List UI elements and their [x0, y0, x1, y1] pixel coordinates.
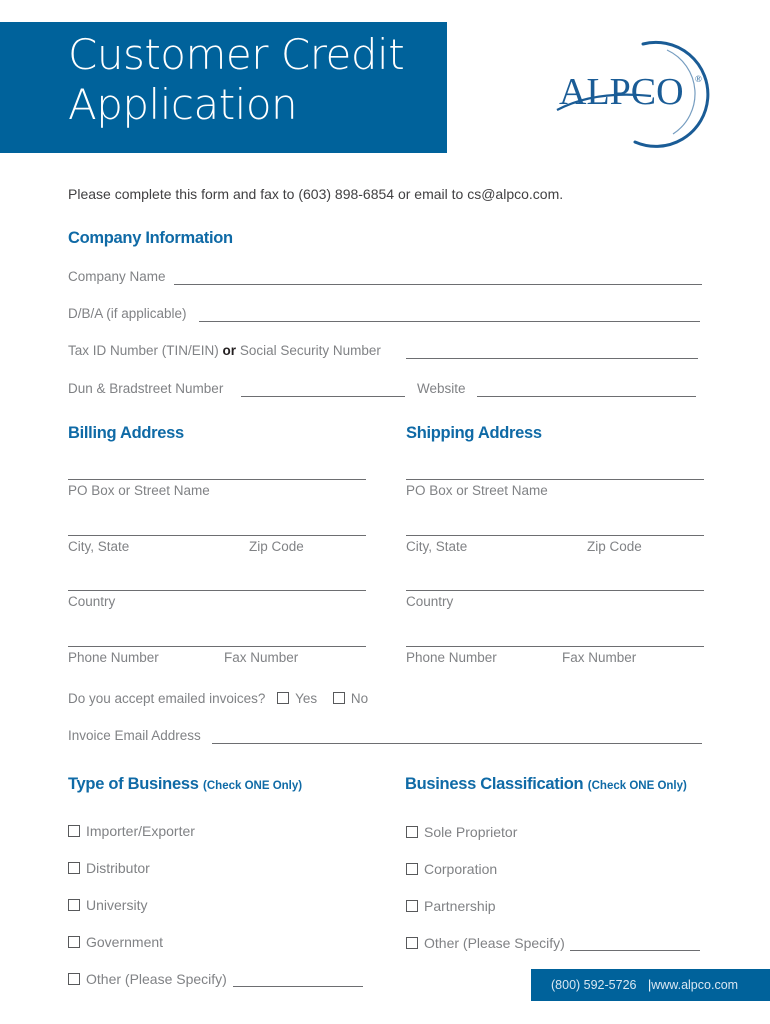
billing-city-zip-field[interactable]	[68, 535, 366, 536]
invoice-email-label: Invoice Email Address	[68, 728, 201, 743]
billing-street-label: PO Box or Street Name	[68, 483, 210, 498]
title-line-1: Customer Credit	[68, 30, 405, 79]
footer-contact: (800) 592-5726 |www.alpco.com	[551, 978, 738, 992]
class-option-partnership[interactable]: Partnership	[406, 898, 496, 914]
billing-country-field[interactable]	[68, 590, 366, 591]
shipping-fax-label: Fax Number	[562, 650, 637, 665]
option-label: Partnership	[424, 898, 496, 914]
type-option-government[interactable]: Government	[68, 934, 163, 950]
option-label: Government	[86, 934, 164, 950]
logo-swoosh-icon: ALPCO ®	[556, 40, 710, 148]
dba-field[interactable]	[199, 321, 700, 322]
option-label: University	[86, 897, 148, 913]
type-option-university[interactable]: University	[68, 897, 147, 913]
billing-fax-label: Fax Number	[224, 650, 299, 665]
shipping-city-zip-field[interactable]	[406, 535, 704, 536]
dba-label: D/B/A (if applicable)	[68, 306, 187, 321]
alpco-logo: ALPCO ®	[555, 38, 725, 148]
tax-id-field[interactable]	[406, 358, 698, 359]
invoice-email-field[interactable]	[212, 743, 702, 744]
shipping-city-label: City, State	[406, 539, 468, 554]
tax-id-suffix: Social Security Number	[239, 343, 381, 358]
shipping-country-field[interactable]	[406, 590, 704, 591]
class-option-corporation[interactable]: Corporation	[406, 861, 497, 877]
class-option-sole-proprietor[interactable]: Sole Proprietor	[406, 824, 517, 840]
business-classification-sub: (Check ONE Only)	[587, 780, 687, 792]
type-of-business-heading: Type of Business	[68, 775, 199, 793]
type-option-other[interactable]: Other (Please Specify)	[68, 971, 227, 987]
emailed-invoices-row: Do you accept emailed invoices? Yes No	[68, 691, 368, 706]
title-line-2: Application	[68, 80, 298, 129]
website-label: Website	[417, 381, 466, 396]
type-option-distributor[interactable]: Distributor	[68, 860, 150, 876]
tax-id-label: Tax ID Number (TIN/EIN) or Social Securi…	[68, 343, 381, 358]
checkbox-icon[interactable]	[68, 936, 80, 948]
type-other-specify-field[interactable]	[233, 986, 363, 987]
invoices-yes-label: Yes	[295, 691, 318, 706]
logo-text: ALPCO	[559, 71, 684, 113]
business-classification-heading: Business Classification	[405, 775, 584, 793]
option-label: Other (Please Specify)	[424, 935, 565, 951]
checkbox-icon[interactable]	[68, 862, 80, 874]
billing-zip-label: Zip Code	[249, 539, 304, 554]
company-info-heading: Company Information	[68, 229, 233, 247]
shipping-street-field[interactable]	[406, 479, 704, 480]
option-label: Corporation	[424, 861, 498, 877]
class-option-other[interactable]: Other (Please Specify)	[406, 935, 565, 951]
checkbox-icon[interactable]	[68, 973, 80, 985]
duns-field[interactable]	[241, 396, 405, 397]
emailed-invoices-question: Do you accept emailed invoices?	[68, 691, 266, 706]
billing-street-field[interactable]	[68, 479, 366, 480]
intro-text: Please complete this form and fax to (60…	[68, 186, 564, 202]
checkbox-icon[interactable]	[68, 899, 80, 911]
checkbox-icon[interactable]	[406, 826, 418, 838]
footer-phone: (800) 592-5726	[551, 978, 637, 992]
tax-id-or: or	[222, 343, 237, 358]
footer-website[interactable]: www.alpco.com	[651, 978, 738, 992]
shipping-country-label: Country	[406, 594, 454, 609]
business-classification-header: Business Classification (Check ONE Only)	[405, 775, 687, 794]
shipping-phone-fax-field[interactable]	[406, 646, 704, 647]
billing-phone-label: Phone Number	[68, 650, 159, 665]
invoices-no-checkbox[interactable]	[332, 692, 345, 704]
class-other-specify-field[interactable]	[570, 950, 700, 951]
invoices-yes-checkbox[interactable]	[277, 692, 290, 704]
website-field[interactable]	[477, 396, 696, 397]
checkbox-icon[interactable]	[406, 863, 418, 875]
shipping-address-heading: Shipping Address	[406, 424, 542, 442]
page-title: Customer Credit Application	[68, 30, 405, 130]
svg-text:®: ®	[695, 74, 702, 84]
type-of-business-sub: (Check ONE Only)	[203, 780, 303, 792]
option-label: Importer/Exporter	[86, 823, 195, 839]
option-label: Distributor	[86, 860, 150, 876]
checkbox-icon[interactable]	[406, 900, 418, 912]
billing-phone-fax-field[interactable]	[68, 646, 366, 647]
billing-address-heading: Billing Address	[68, 424, 184, 442]
billing-city-label: City, State	[68, 539, 130, 554]
shipping-street-label: PO Box or Street Name	[406, 483, 548, 498]
checkbox-icon[interactable]	[68, 825, 80, 837]
option-label: Other (Please Specify)	[86, 971, 227, 987]
duns-label: Dun & Bradstreet Number	[68, 381, 224, 396]
type-of-business-header: Type of Business (Check ONE Only)	[68, 775, 302, 794]
company-name-label: Company Name	[68, 269, 166, 284]
invoices-no-label: No	[350, 691, 369, 706]
type-option-importer[interactable]: Importer/Exporter	[68, 823, 195, 839]
company-name-field[interactable]	[174, 284, 702, 285]
shipping-phone-label: Phone Number	[406, 650, 497, 665]
billing-country-label: Country	[68, 594, 116, 609]
tax-id-prefix: Tax ID Number (TIN/EIN)	[68, 343, 219, 358]
shipping-zip-label: Zip Code	[587, 539, 642, 554]
option-label: Sole Proprietor	[424, 824, 518, 840]
checkbox-icon[interactable]	[406, 937, 418, 949]
